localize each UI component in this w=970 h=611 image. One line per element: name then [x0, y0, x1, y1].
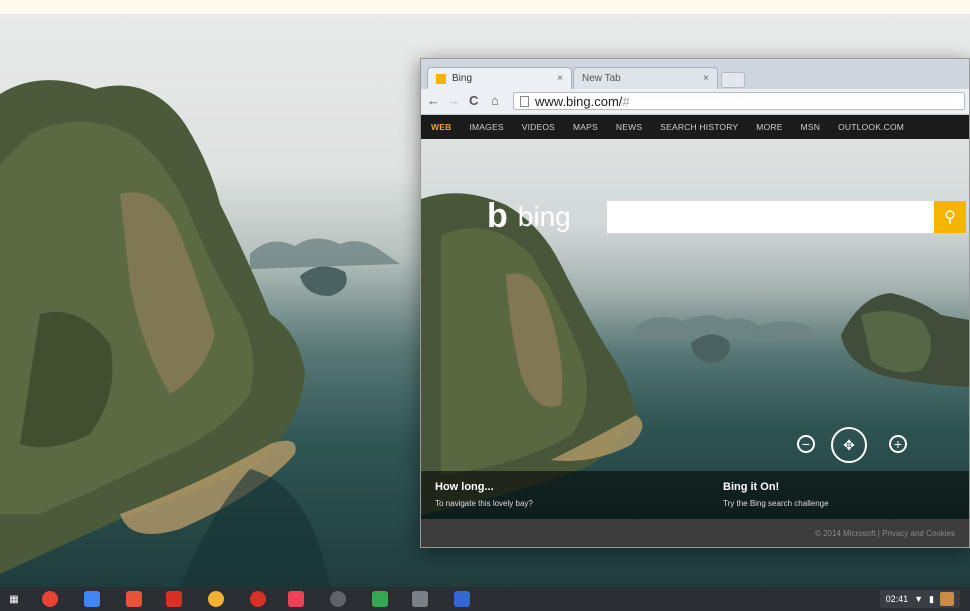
search-icon: ⚲: [944, 209, 956, 226]
tab-close-icon[interactable]: ×: [557, 73, 563, 84]
bing-nav-more[interactable]: MORE: [756, 122, 782, 132]
top-band: [0, 0, 970, 14]
system-tray[interactable]: 02:41 ▼ ▮: [879, 590, 960, 608]
music-icon[interactable]: [208, 591, 224, 607]
info-left-title[interactable]: How long...: [435, 481, 494, 493]
browser-window: Bing × New Tab × ← → C ⌂ www.bing.com/ #: [420, 58, 970, 548]
bing-nav-images[interactable]: IMAGES: [469, 122, 503, 132]
bing-b-icon: b: [487, 197, 508, 235]
new-tab-button[interactable]: [721, 72, 745, 88]
pan-control-icon[interactable]: ✥: [831, 427, 867, 463]
pocket-icon[interactable]: [288, 591, 304, 607]
tab-label: New Tab: [582, 73, 621, 84]
files-icon[interactable]: [84, 591, 100, 607]
bing-logo: b bing: [487, 197, 571, 236]
tab-close-icon[interactable]: ×: [703, 73, 709, 84]
info-right-title[interactable]: Bing it On!: [723, 481, 779, 493]
zoom-out-icon[interactable]: −: [797, 435, 815, 453]
notes-icon[interactable]: [412, 591, 428, 607]
reload-icon[interactable]: C: [469, 93, 478, 108]
info-right-subtitle[interactable]: Try the Bing search challenge: [723, 499, 829, 508]
shelf: ▦ 02:41 ▼ ▮: [0, 587, 970, 611]
page-icon: [520, 95, 529, 107]
info-left-subtitle[interactable]: To navigate this lovely bay?: [435, 499, 533, 508]
battery-icon: ▮: [929, 593, 934, 604]
bing-logo-text: bing: [517, 200, 571, 232]
clock: 02:41: [885, 594, 909, 604]
search-input[interactable]: [607, 201, 934, 233]
bing-nav-bar: WEB IMAGES VIDEOS MAPS NEWS SEARCH HISTO…: [421, 115, 969, 139]
bing-nav-maps[interactable]: MAPS: [573, 122, 598, 132]
bing-footer: © 2014 Microsoft | Privacy and Cookies: [421, 519, 969, 547]
bing-nav-search-history[interactable]: SEARCH HISTORY: [660, 122, 738, 132]
gmail-icon[interactable]: [166, 591, 182, 607]
bing-favicon-icon: [436, 73, 446, 84]
back-icon[interactable]: ←: [427, 93, 440, 108]
zoom-in-icon[interactable]: +: [889, 435, 907, 453]
tab-strip: Bing × New Tab ×: [421, 59, 969, 89]
calc-icon[interactable]: [454, 591, 470, 607]
store-icon[interactable]: [250, 591, 266, 607]
camera-icon[interactable]: [330, 591, 346, 607]
chrome-icon[interactable]: [42, 591, 58, 607]
url-hash: #: [622, 93, 630, 109]
app-launcher-icon[interactable]: ▦: [6, 591, 22, 607]
avatar[interactable]: [940, 592, 954, 606]
info-bar: How long... To navigate this lovely bay?…: [421, 471, 969, 519]
browser-toolbar: ← → C ⌂ www.bing.com/ #: [421, 89, 969, 115]
tab-bing[interactable]: Bing ×: [427, 67, 572, 89]
bing-homepage: WEB IMAGES VIDEOS MAPS NEWS SEARCH HISTO…: [421, 115, 969, 547]
bing-nav-msn[interactable]: MSN: [801, 122, 821, 132]
docs-icon[interactable]: [126, 591, 142, 607]
search-button[interactable]: ⚲: [934, 201, 966, 233]
url-host: www.bing.com/: [535, 93, 623, 109]
tab-label: Bing: [452, 73, 473, 84]
home-icon[interactable]: ⌂: [491, 93, 499, 108]
forward-icon[interactable]: →: [447, 93, 460, 108]
tab-new-tab[interactable]: New Tab ×: [573, 67, 718, 89]
bing-nav-videos[interactable]: VIDEOS: [522, 122, 555, 132]
wifi-icon: ▼: [914, 594, 924, 604]
bing-nav-news[interactable]: NEWS: [616, 122, 642, 132]
address-bar[interactable]: www.bing.com/ #: [513, 92, 965, 110]
bing-nav-outlook[interactable]: OUTLOOK.COM: [838, 122, 904, 132]
bing-nav-web[interactable]: WEB: [431, 122, 451, 132]
pinwheel-icon[interactable]: [372, 591, 388, 607]
